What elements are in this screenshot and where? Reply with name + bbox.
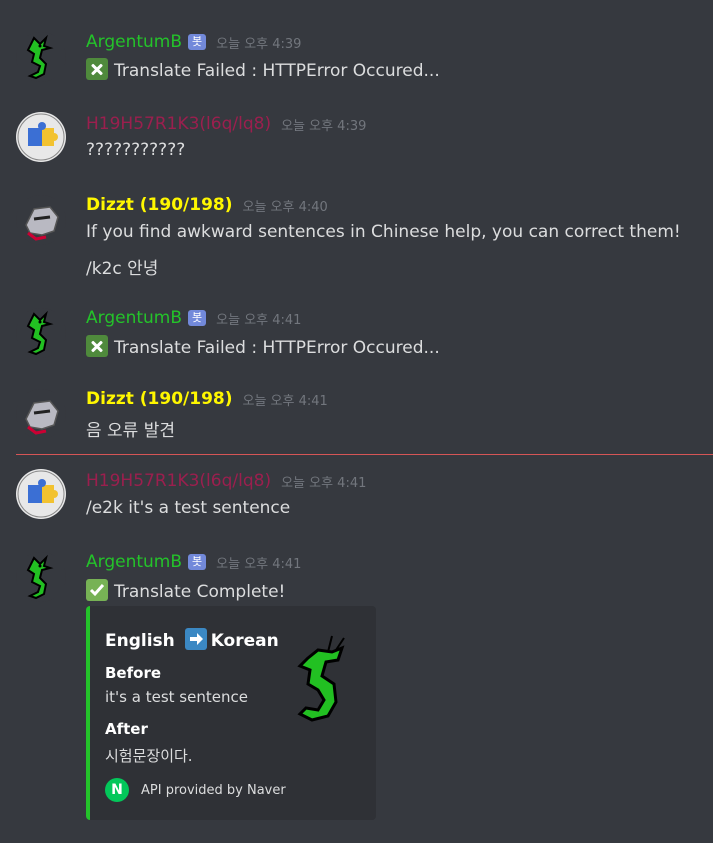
avatar[interactable] <box>16 112 66 162</box>
message-text: 음 오류 발견 <box>86 421 176 441</box>
timestamp[interactable]: 오늘 오후 4:39 <box>216 33 301 52</box>
message-text: ??????????? <box>86 140 186 160</box>
username[interactable]: H19H57R1K3(l6q/lq8) <box>86 471 271 491</box>
timestamp[interactable]: 오늘 오후 4:41 <box>216 309 301 328</box>
message-header: ArgentumB 봇 오늘 오후 4:39 <box>86 32 301 52</box>
translation-embed: English Korean Before it's a test senten… <box>86 606 376 820</box>
embed-title: English Korean <box>105 628 279 651</box>
message-header: ArgentumB 봇 오늘 오후 4:41 <box>86 308 301 328</box>
username[interactable]: Dizzt (190/198) <box>86 195 233 215</box>
field-value: 시험문장이다. <box>105 747 193 765</box>
dragon-avatar-icon <box>26 34 54 80</box>
message: ArgentumB 봇 오늘 오후 4:41 Translate Complet… <box>0 550 713 610</box>
message-text: Translate Complete! <box>114 582 286 602</box>
message: Dizzt (190/198) 오늘 오후 4:41 음 오류 발견 <box>0 387 713 443</box>
message-header: H19H57R1K3(l6q/lq8) 오늘 오후 4:41 <box>86 471 366 491</box>
message-header: ArgentumB 봇 오늘 오후 4:41 <box>86 552 301 572</box>
timestamp[interactable]: 오늘 오후 4:40 <box>243 196 328 215</box>
avatar[interactable] <box>16 469 66 519</box>
field-name: Before <box>105 664 162 682</box>
message: ArgentumB 봇 오늘 오후 4:41 Translate Failed … <box>0 306 713 362</box>
username[interactable]: Dizzt (190/198) <box>86 389 233 409</box>
puzzle-avatar-icon <box>17 470 65 518</box>
message-header: Dizzt (190/198) 오늘 오후 4:41 <box>86 389 328 409</box>
avatar[interactable] <box>16 32 66 82</box>
check-mark-icon <box>86 579 108 601</box>
embed-title-to: Korean <box>210 631 279 651</box>
timestamp[interactable]: 오늘 오후 4:41 <box>243 390 328 409</box>
message-header: Dizzt (190/198) 오늘 오후 4:40 <box>86 195 328 215</box>
message-text: /e2k it's a test sentence <box>86 498 291 518</box>
avatar[interactable] <box>16 308 66 358</box>
message: ArgentumB 봇 오늘 오후 4:39 Translate Failed … <box>0 30 713 86</box>
dragon-thumbnail-icon <box>297 635 345 722</box>
username[interactable]: ArgentumB <box>86 308 182 328</box>
username[interactable]: ArgentumB <box>86 32 182 52</box>
new-messages-divider <box>16 454 713 455</box>
knight-avatar-icon <box>25 400 59 435</box>
dragon-avatar-icon <box>26 310 54 356</box>
puzzle-avatar-icon <box>17 113 65 161</box>
message: H19H57R1K3(l6q/lq8) 오늘 오후 4:41 /e2k it's… <box>0 469 713 525</box>
bot-badge: 봇 <box>188 554 207 570</box>
timestamp[interactable]: 오늘 오후 4:39 <box>281 115 366 134</box>
cross-mark-icon <box>86 58 108 80</box>
message-text: Translate Failed : HTTPError Occured... <box>114 61 440 81</box>
avatar[interactable] <box>16 552 66 602</box>
dragon-avatar-icon <box>26 554 54 600</box>
message: Dizzt (190/198) 오늘 오후 4:40 If you find a… <box>0 193 713 283</box>
avatar[interactable] <box>16 195 66 245</box>
embed-thumbnail[interactable] <box>288 628 358 728</box>
naver-icon: N <box>105 778 129 802</box>
bot-badge: 봇 <box>188 310 207 326</box>
message-text: If you find awkward sentences in Chinese… <box>86 222 681 242</box>
footer-text: API provided by Naver <box>141 782 286 798</box>
cross-mark-icon <box>86 335 108 357</box>
message-text: /k2c 안녕 <box>86 259 159 279</box>
message-text: Translate Failed : HTTPError Occured... <box>114 338 440 358</box>
knight-avatar-icon <box>25 206 59 241</box>
message-header: H19H57R1K3(l6q/lq8) 오늘 오후 4:39 <box>86 114 366 134</box>
username[interactable]: H19H57R1K3(l6q/lq8) <box>86 114 271 134</box>
field-value: it's a test sentence <box>105 688 248 706</box>
embed-footer: N API provided by Naver <box>105 778 286 802</box>
timestamp[interactable]: 오늘 오후 4:41 <box>216 553 301 572</box>
bot-badge: 봇 <box>188 34 207 50</box>
message-content: Translate Failed : HTTPError Occured... <box>86 335 440 358</box>
timestamp[interactable]: 오늘 오후 4:41 <box>281 472 366 491</box>
embed-title-from: English <box>105 631 175 651</box>
message-content: Translate Failed : HTTPError Occured... <box>86 58 440 81</box>
message-content: Translate Complete! <box>86 579 285 602</box>
field-name: After <box>105 720 148 738</box>
avatar[interactable] <box>16 389 66 439</box>
right-arrow-icon <box>184 628 207 650</box>
username[interactable]: ArgentumB <box>86 552 182 572</box>
message: H19H57R1K3(l6q/lq8) 오늘 오후 4:39 ?????????… <box>0 112 713 168</box>
